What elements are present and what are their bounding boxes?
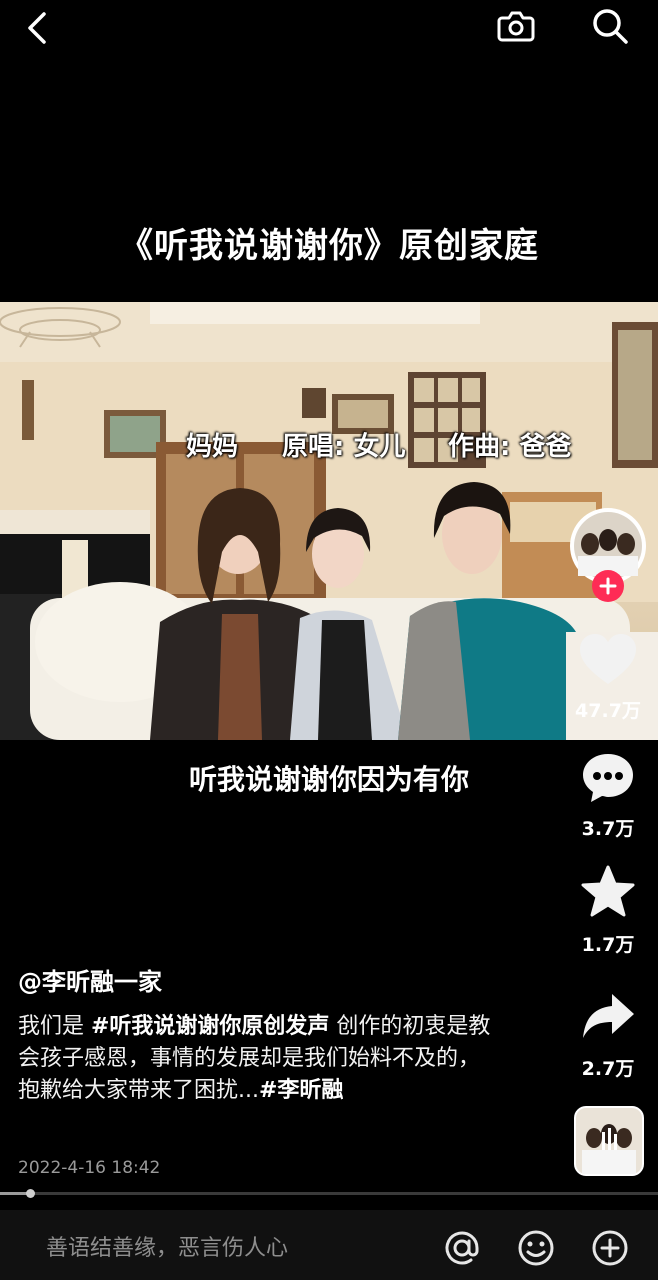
search-icon <box>593 9 628 44</box>
chevron-left-icon <box>28 12 46 44</box>
share-arrow-icon <box>583 994 634 1038</box>
share-button[interactable] <box>580 988 636 1044</box>
desc-prefix: 我们是 <box>18 1014 91 1039</box>
plus-circle-icon <box>592 1230 628 1266</box>
plus-icon <box>599 577 617 595</box>
search-button[interactable] <box>588 4 632 48</box>
at-sign-icon <box>445 1231 479 1265</box>
add-attachment-button[interactable] <box>590 1228 630 1268</box>
emoji-button[interactable] <box>516 1228 556 1268</box>
credit-mom-label: 妈妈 <box>186 432 239 462</box>
comment-count: 3.7万 <box>581 818 635 840</box>
music-cover-thumbnail <box>582 1124 636 1174</box>
back-button[interactable] <box>18 6 58 46</box>
credit-singer-label: 原唱: 女儿 <box>282 432 406 462</box>
comment-bar <box>0 1210 658 1280</box>
progress-track[interactable] <box>0 1192 658 1195</box>
star-icon <box>581 865 635 917</box>
heart-icon <box>580 634 636 684</box>
credit-composer-label: 作曲: 爸爸 <box>448 432 572 462</box>
author-name[interactable]: @李昕融一家 <box>18 962 162 997</box>
share-count: 2.7万 <box>581 1058 635 1080</box>
smiley-face-icon <box>518 1230 554 1266</box>
video-scene-image <box>0 302 658 740</box>
like-count: 47.7万 <box>575 700 641 722</box>
comment-bubble-icon <box>583 754 633 802</box>
comment-input[interactable] <box>44 1232 418 1264</box>
video-title-overlay: 《听我说谢谢你》原创家庭 <box>119 226 539 266</box>
camera-icon <box>497 11 535 42</box>
favorite-button[interactable] <box>580 864 636 920</box>
comment-button[interactable] <box>580 750 636 806</box>
lyric-subtitle: 听我说谢谢你因为有你 <box>188 763 469 796</box>
video-frame[interactable]: 妈妈 原唱: 女儿 作曲: 爸爸 <box>0 302 658 740</box>
creator-avatar-button[interactable] <box>568 506 648 602</box>
camera-button[interactable] <box>494 4 538 48</box>
music-disc-button[interactable] <box>574 1106 644 1176</box>
progress-handle[interactable] <box>25 1189 35 1198</box>
post-date: 2022-4-16 18:42 <box>18 1158 161 1178</box>
favorite-count: 1.7万 <box>581 934 635 956</box>
hashtag-link[interactable]: #听我说谢谢你原创发声 <box>91 1014 329 1039</box>
like-button[interactable] <box>578 632 638 688</box>
follow-plus-button[interactable] <box>592 570 624 602</box>
hashtag-link[interactable]: #李昕融 <box>259 1078 343 1103</box>
post-description: 我们是 #听我说谢谢你原创发声 创作的初衷是教会孩子感恩，事情的发展却是我们始料… <box>18 1011 498 1107</box>
mention-button[interactable] <box>442 1228 482 1268</box>
